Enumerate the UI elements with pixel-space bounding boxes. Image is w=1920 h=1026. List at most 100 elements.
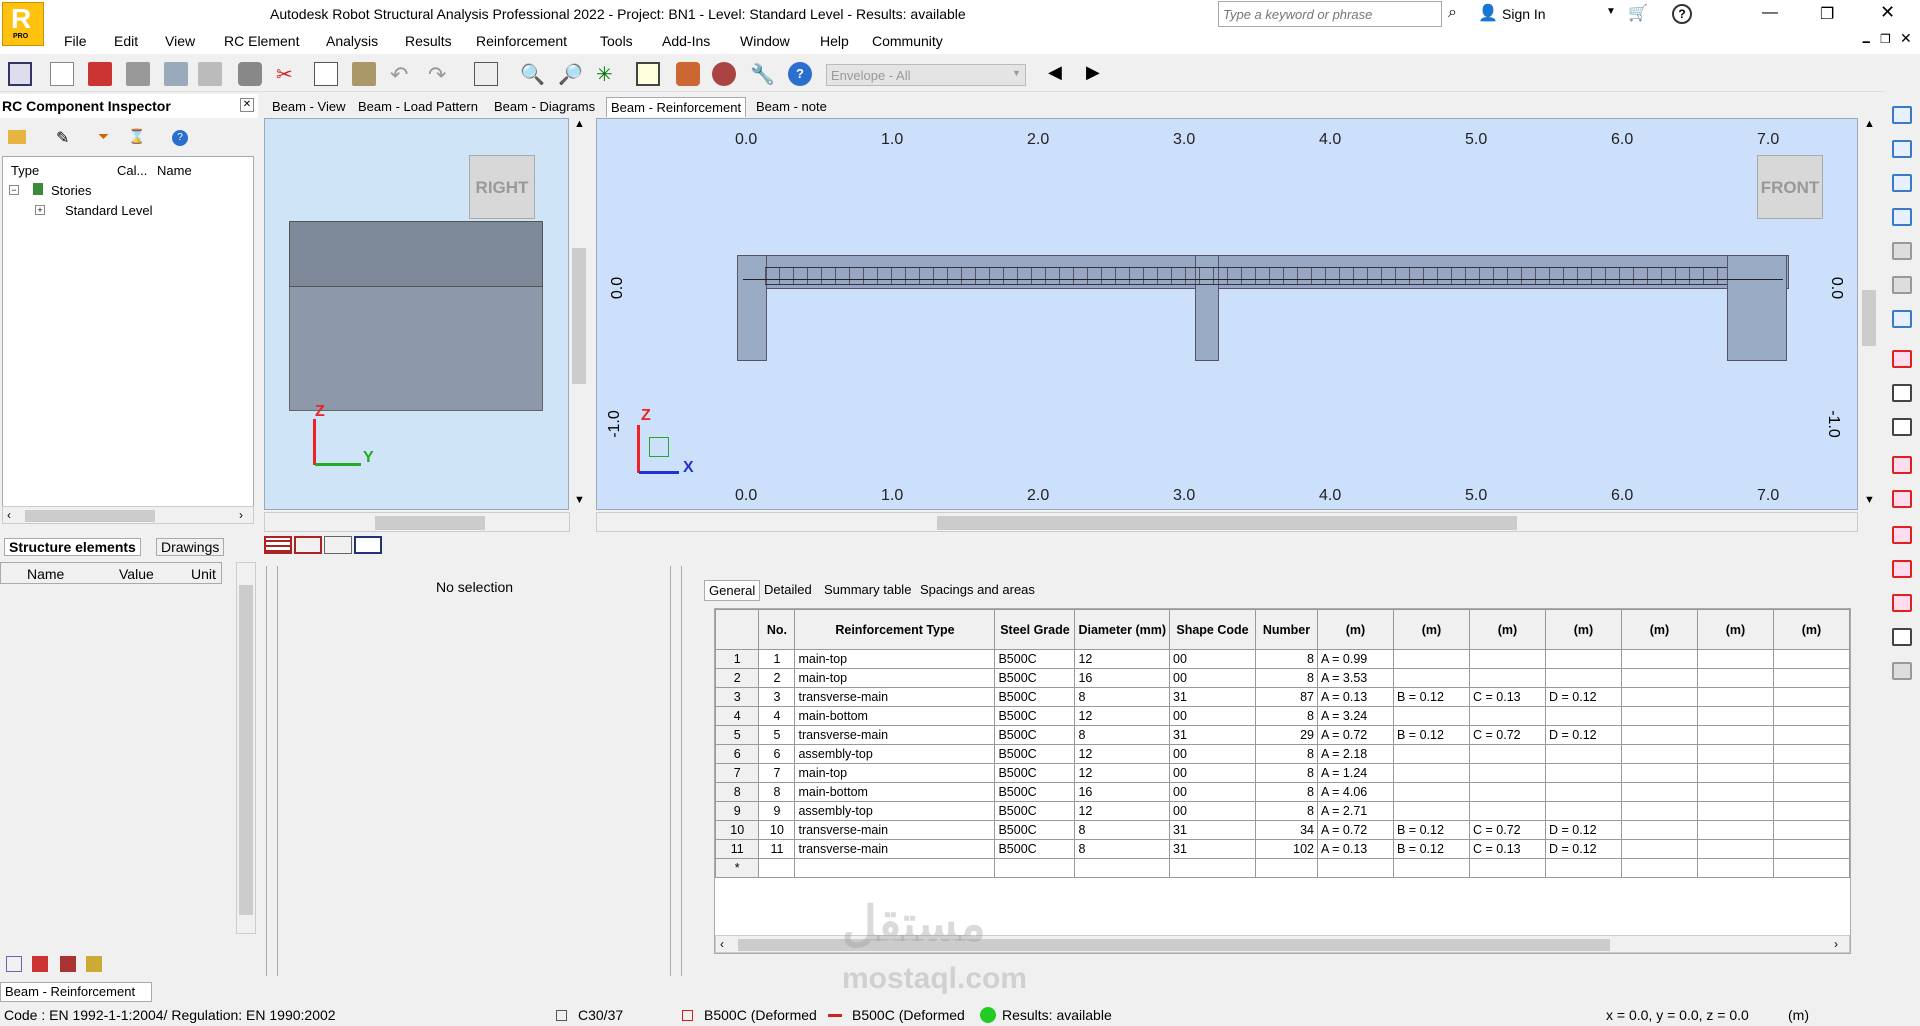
rt-17-icon[interactable] <box>1892 662 1912 680</box>
row-header[interactable]: 3 <box>715 687 760 707</box>
col-header[interactable]: Steel Grade <box>994 609 1076 650</box>
table-cell[interactable] <box>1469 649 1546 669</box>
rt-11-icon[interactable] <box>1892 456 1912 474</box>
table-cell[interactable] <box>1621 801 1698 821</box>
col-name[interactable]: Name <box>157 163 192 178</box>
table-cell[interactable] <box>1621 744 1698 764</box>
table-cell[interactable] <box>1697 763 1774 783</box>
table-cell[interactable]: transverse-main <box>794 839 996 859</box>
row-header[interactable]: 5 <box>715 725 760 745</box>
table-cell[interactable]: B500C <box>994 744 1076 764</box>
expand-icon[interactable]: + <box>35 205 45 215</box>
col-cal[interactable]: Cal... <box>117 163 147 178</box>
table-cell[interactable]: main-bottom <box>794 782 996 802</box>
table-cell[interactable]: A = 3.53 <box>1317 668 1394 688</box>
col-header[interactable]: (m) <box>1393 609 1470 650</box>
table-cell[interactable] <box>1545 706 1622 726</box>
filter-icon[interactable]: ⏷ <box>98 128 109 145</box>
table-cell[interactable]: 00 <box>1169 706 1256 726</box>
table-cell[interactable] <box>1697 668 1774 688</box>
table-cell[interactable] <box>1621 839 1698 859</box>
col-type[interactable]: Type <box>11 163 39 178</box>
table-cell[interactable]: 8 <box>1255 744 1318 764</box>
table-cell[interactable] <box>1621 649 1698 669</box>
rt-12-icon[interactable] <box>1892 490 1912 508</box>
rt-10-icon[interactable] <box>1892 418 1912 436</box>
table-cell[interactable]: 1 <box>758 649 796 669</box>
table-cell[interactable] <box>1545 668 1622 688</box>
screenshot-icon[interactable] <box>238 62 262 86</box>
table-cell[interactable] <box>1393 801 1470 821</box>
table-row[interactable]: 2 2 main-top B500C 16 00 8 A = 3.53 <box>715 668 1850 688</box>
table-cell[interactable]: 8 <box>1255 782 1318 802</box>
table-cell[interactable]: A = 0.99 <box>1317 649 1394 669</box>
table-cell[interactable]: assembly-top <box>794 744 996 764</box>
table-cell[interactable] <box>1469 763 1546 783</box>
props-col-unit[interactable]: Unit <box>191 566 216 582</box>
table-cell[interactable] <box>794 858 996 878</box>
table-cell[interactable]: 12 <box>1074 649 1170 669</box>
table-cell[interactable] <box>1621 725 1698 745</box>
table-cell[interactable]: B500C <box>994 820 1076 840</box>
undo-icon[interactable]: ↶ <box>390 62 414 87</box>
col-header[interactable]: Shape Code <box>1169 609 1256 650</box>
table-cell[interactable]: main-top <box>794 668 996 688</box>
rt-5-icon[interactable] <box>1892 242 1912 260</box>
table-cell[interactable]: 00 <box>1169 763 1256 783</box>
rt-16-icon[interactable] <box>1892 628 1912 646</box>
table-cell[interactable] <box>1469 782 1546 802</box>
table-cell[interactable] <box>1469 668 1546 688</box>
tree-standard-level[interactable]: Standard Level <box>65 203 152 218</box>
table-cell[interactable]: main-top <box>794 763 996 783</box>
cart-icon[interactable]: 🛒 <box>1628 3 1648 23</box>
table-cell[interactable]: 10 <box>758 820 796 840</box>
table-row[interactable]: 10 10 transverse-main B500C 8 31 34 A = 0.72 B =… <box>715 820 1850 840</box>
table-cell[interactable]: 8 <box>1255 763 1318 783</box>
table-cell[interactable]: 31 <box>1169 820 1256 840</box>
table-cell[interactable]: D = 0.12 <box>1545 687 1622 707</box>
table-cell[interactable]: A = 0.13 <box>1317 839 1394 859</box>
left-vscroll-thumb[interactable] <box>572 248 586 384</box>
tool-4-icon[interactable] <box>86 956 102 972</box>
frame-icon[interactable] <box>636 62 660 86</box>
rt-14-icon[interactable] <box>1892 560 1912 578</box>
table-cell[interactable]: assembly-top <box>794 801 996 821</box>
table-cell[interactable] <box>1773 801 1850 821</box>
table-cell[interactable]: D = 0.12 <box>1545 839 1622 859</box>
selection-panel-handle[interactable] <box>266 566 278 976</box>
col-header[interactable]: No. <box>758 609 796 650</box>
grid-tab-summary-table[interactable]: Summary table <box>820 580 915 599</box>
menu-window[interactable]: Window <box>740 33 790 49</box>
table-cell[interactable] <box>1621 687 1698 707</box>
table-cell[interactable]: A = 2.71 <box>1317 801 1394 821</box>
left-view-vscroll[interactable]: ▲ ▼ <box>570 118 590 510</box>
grid-panel-handle[interactable] <box>670 566 682 976</box>
col-header[interactable]: (m) <box>1773 609 1850 650</box>
table-cell[interactable]: 12 <box>1074 763 1170 783</box>
table-cell[interactable]: main-bottom <box>794 706 996 726</box>
table-row[interactable]: * <box>715 858 1850 878</box>
table-cell[interactable]: 4 <box>758 706 796 726</box>
table-cell[interactable] <box>1773 668 1850 688</box>
menu-tools[interactable]: Tools <box>600 33 633 49</box>
table-cell[interactable] <box>1545 782 1622 802</box>
table-cell[interactable] <box>1169 858 1256 878</box>
table-cell[interactable] <box>1697 687 1774 707</box>
scroll-left-icon[interactable]: ‹ <box>7 508 11 522</box>
props-vscroll[interactable] <box>236 562 256 934</box>
main-scroll-up-icon[interactable]: ▲ <box>1864 118 1875 130</box>
row-header[interactable]: * <box>715 858 760 878</box>
table-cell[interactable] <box>1697 706 1774 726</box>
table-cell[interactable]: B500C <box>994 668 1076 688</box>
table-row[interactable]: 1 1 main-top B500C 12 00 8 A = 0.99 <box>715 649 1850 669</box>
table-row[interactable]: 11 11 transverse-main B500C 8 31 102 A = 0.13 B … <box>715 839 1850 859</box>
book-icon[interactable] <box>164 62 188 86</box>
tab-beam-diagrams[interactable]: Beam - Diagrams <box>490 97 599 116</box>
table-cell[interactable]: A = 2.18 <box>1317 744 1394 764</box>
row-header[interactable]: 4 <box>715 706 760 726</box>
mode-3-icon[interactable] <box>324 536 352 554</box>
table-cell[interactable] <box>1545 858 1622 878</box>
envelope-select[interactable]: Envelope - All <box>826 64 1026 86</box>
table-cell[interactable] <box>1773 858 1850 878</box>
rt-4-icon[interactable] <box>1892 208 1912 226</box>
